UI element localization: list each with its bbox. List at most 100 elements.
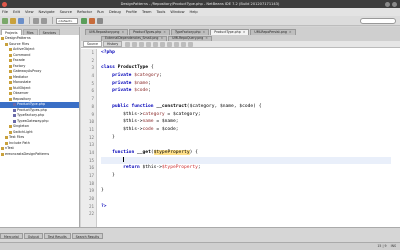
bottom-tab-search-results[interactable]: Search Results bbox=[71, 233, 104, 239]
code-line[interactable] bbox=[101, 95, 391, 103]
code-line[interactable]: function __get($typeProperty) { bbox=[101, 149, 391, 157]
code-line[interactable]: public function __construct($category, $… bbox=[101, 103, 391, 111]
line-number: 5 bbox=[91, 80, 94, 86]
code-line[interactable]: } bbox=[101, 134, 391, 142]
bottom-tab-output[interactable]: Output bbox=[23, 233, 43, 239]
close-tab-icon[interactable]: × bbox=[243, 29, 246, 36]
code-line[interactable] bbox=[101, 141, 391, 149]
folder-icon bbox=[5, 141, 8, 145]
code-line[interactable]: ?> bbox=[101, 203, 391, 211]
panel-tabs: Projects Files Services bbox=[0, 27, 79, 35]
menu-source[interactable]: Source bbox=[60, 10, 72, 14]
editor-tool-icon[interactable] bbox=[167, 41, 173, 47]
minimize-icon[interactable] bbox=[385, 1, 390, 7]
editor-tool-icon[interactable] bbox=[125, 41, 131, 47]
tab-files[interactable]: Files bbox=[22, 29, 38, 35]
code-line[interactable] bbox=[101, 57, 391, 65]
editor-tool-icon[interactable] bbox=[139, 41, 145, 47]
menu-window[interactable]: Window bbox=[170, 10, 184, 14]
editor-tool-icon[interactable] bbox=[174, 41, 180, 47]
menu-debug[interactable]: Debug bbox=[109, 10, 121, 14]
line-number: 11 bbox=[88, 126, 94, 132]
editor-tool-icon[interactable] bbox=[146, 41, 152, 47]
code-line[interactable] bbox=[101, 195, 391, 203]
toolbar-separator bbox=[52, 17, 53, 24]
tree-item[interactable]: ereoncastsDesignPatterns bbox=[0, 152, 79, 158]
maximize-icon[interactable] bbox=[392, 1, 397, 7]
code-line[interactable]: return $this->$typeProperty; bbox=[101, 164, 391, 172]
cursor-position: 15 | 9 bbox=[377, 244, 387, 248]
menu-file[interactable]: File bbox=[2, 10, 8, 14]
code-area[interactable]: 1 2 3 4 5 6 7 8 9 10 11 12 13 14 15 16 17 18 19 20 21 22 <?ph… bbox=[81, 49, 400, 227]
editor-tab[interactable]: ExternalDependencies_Small.png × bbox=[101, 35, 168, 42]
menu-profile[interactable]: Profile bbox=[126, 10, 137, 14]
search-input[interactable] bbox=[360, 18, 396, 24]
menu-tools[interactable]: Tools bbox=[156, 10, 165, 14]
run-icon[interactable] bbox=[81, 17, 87, 24]
code-line[interactable] bbox=[101, 210, 391, 218]
window-title: DesignPatterns - /Repository/ProductType… bbox=[120, 2, 280, 6]
editor-tool-icon[interactable] bbox=[188, 41, 194, 47]
close-tab-icon[interactable]: × bbox=[160, 36, 163, 42]
editor-tab[interactable]: UMLRepoQuery.png × bbox=[168, 35, 212, 42]
open-project-icon[interactable] bbox=[10, 17, 16, 24]
line-number: 1 bbox=[91, 50, 94, 55]
bottom-tab-test-results[interactable]: Test Results bbox=[43, 233, 71, 239]
code-line[interactable]: } bbox=[101, 187, 391, 195]
code-line[interactable]: <?php bbox=[101, 49, 391, 57]
editor-tab[interactable]: UMLRepoPersist.png × bbox=[250, 28, 296, 36]
editor-tab[interactable]: TypeFactory.php × bbox=[170, 28, 210, 35]
folder-icon bbox=[5, 136, 8, 140]
bottom-tab-mercurial[interactable]: Mercurial bbox=[0, 233, 23, 239]
config-select[interactable]: <default> bbox=[56, 17, 78, 24]
line-number: 12 bbox=[88, 134, 94, 140]
code-line[interactable]: $this->code = $code; bbox=[101, 126, 391, 134]
editor-tool-icon[interactable] bbox=[181, 41, 187, 47]
folder-icon bbox=[9, 92, 12, 96]
menu-view[interactable]: View bbox=[25, 10, 34, 14]
editor-tab[interactable]: ProductType.php × bbox=[210, 28, 250, 36]
menu-run[interactable]: Run bbox=[97, 10, 104, 14]
line-number: 17 bbox=[88, 173, 94, 178]
menu-navigate[interactable]: Navigate bbox=[39, 10, 55, 14]
close-tab-icon[interactable]: × bbox=[289, 29, 292, 36]
menu-refactor[interactable]: Refactor bbox=[77, 10, 92, 14]
code-line[interactable] bbox=[101, 180, 391, 188]
tab-services[interactable]: Services bbox=[38, 29, 61, 35]
folder-icon bbox=[9, 97, 12, 101]
code-line[interactable]: private $code; bbox=[101, 87, 391, 95]
php-file-icon bbox=[13, 103, 16, 107]
menu-team[interactable]: Team bbox=[142, 10, 152, 14]
menu-edit[interactable]: Edit bbox=[13, 10, 20, 14]
mode-history[interactable]: History bbox=[102, 41, 123, 47]
code-line[interactable]: $this->name = $name; bbox=[101, 118, 391, 126]
code-text[interactable]: <?php class ProductType { private $catego… bbox=[101, 49, 391, 218]
new-project-icon[interactable] bbox=[2, 17, 8, 24]
code-line[interactable] bbox=[101, 156, 391, 165]
undo-icon[interactable] bbox=[33, 17, 39, 24]
line-number: 19 bbox=[88, 188, 94, 194]
editor-tool-icon[interactable] bbox=[153, 41, 159, 47]
mode-source[interactable]: Source bbox=[83, 41, 102, 47]
tab-projects[interactable]: Projects bbox=[1, 29, 22, 35]
code-line[interactable]: class ProductType { bbox=[101, 64, 391, 72]
line-number: 2 bbox=[91, 57, 94, 63]
redo-icon[interactable] bbox=[41, 17, 47, 24]
editor-tool-icon[interactable] bbox=[132, 41, 138, 47]
editor-tab[interactable]: ProductTypes.php × bbox=[129, 28, 170, 35]
editor-tool-icon[interactable] bbox=[160, 41, 166, 47]
code-line[interactable]: $this->category = $category; bbox=[101, 111, 391, 119]
debug-icon[interactable] bbox=[89, 17, 95, 24]
close-window-icon[interactable] bbox=[2, 1, 7, 7]
status-bar: 15 | 9 INS bbox=[0, 242, 400, 250]
menu-help[interactable]: Help bbox=[190, 10, 198, 14]
code-line[interactable]: private $name; bbox=[101, 80, 391, 88]
code-line[interactable]: } bbox=[101, 172, 391, 180]
close-tab-icon[interactable]: × bbox=[205, 36, 208, 42]
editor-tab-label: UMLRepoQuery.png bbox=[172, 36, 204, 40]
editor-tab-label: UMLRepoPersist.png bbox=[254, 30, 287, 34]
editor-tab[interactable]: UMLRepository.png × bbox=[85, 28, 129, 35]
code-line[interactable]: private $category; bbox=[101, 72, 391, 80]
save-all-icon[interactable] bbox=[18, 17, 24, 24]
profile-icon[interactable] bbox=[97, 17, 103, 24]
